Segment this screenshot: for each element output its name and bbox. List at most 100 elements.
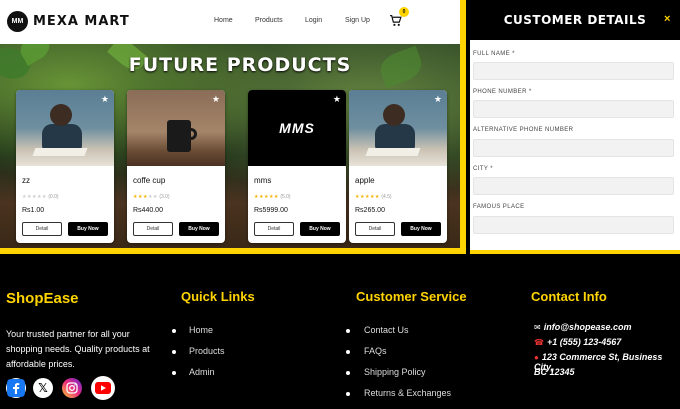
phone-number-input[interactable]: [473, 100, 674, 118]
product-price: Rs440.00: [133, 207, 163, 214]
footer: ShopEase Your trusted partner for all yo…: [0, 258, 680, 409]
rating-stars-icon: ★★★★★: [22, 194, 47, 200]
mug-illustration: [167, 120, 191, 152]
product-card[interactable]: MMS ★ mms ★★★★★ (5.0) Rs5999.00 Detail B…: [248, 90, 346, 243]
contact-address-line2: BC 12345: [534, 367, 575, 377]
product-price: Rs1.00: [22, 207, 45, 214]
buy-now-button[interactable]: Buy Now: [401, 222, 441, 236]
favorite-star-icon[interactable]: ★: [212, 94, 220, 105]
panel-title: CUSTOMER DETAILS: [503, 13, 647, 27]
city-label: CITY *: [473, 166, 493, 172]
nav-link-signup[interactable]: Sign Up: [345, 17, 370, 24]
product-price: Rs5999.00: [254, 207, 288, 214]
desk-paper: [32, 148, 88, 156]
location-pin-icon: ●: [534, 353, 539, 362]
logo-icon[interactable]: MM: [7, 11, 28, 32]
brand-name[interactable]: MEXA MART: [33, 14, 130, 29]
customer-service-heading: Customer Service: [356, 289, 467, 304]
product-name: apple: [355, 176, 375, 185]
footer-brand: ShopEase: [6, 290, 79, 307]
person-illustration: [375, 124, 415, 150]
product-image[interactable]: MMS: [248, 90, 346, 166]
product-name: mms: [254, 176, 272, 185]
main-frame: MM MEXA MART Home Products Login Sign Up…: [0, 0, 466, 254]
rating-stars-icon: ★★★★★: [254, 194, 279, 200]
product-card[interactable]: ★ apple ★★★★★ (4.5) Rs265.00 Detail Buy …: [349, 90, 447, 243]
detail-button[interactable]: Detail: [254, 222, 294, 236]
phone-number-label: PHONE NUMBER *: [473, 89, 532, 95]
bullet: [172, 350, 176, 354]
detail-button[interactable]: Detail: [355, 222, 395, 236]
bullet: [172, 329, 176, 333]
product-name: zz: [22, 176, 30, 185]
product-price: Rs265.00: [355, 207, 385, 214]
nav-link-products[interactable]: Products: [255, 17, 283, 24]
nav-link-login[interactable]: Login: [305, 17, 322, 24]
full-name-input[interactable]: [473, 62, 674, 80]
contact-phone[interactable]: ☎ +1 (555) 123-4567: [534, 337, 621, 347]
nav-link-home[interactable]: Home: [214, 17, 233, 24]
buy-now-button[interactable]: Buy Now: [300, 222, 340, 236]
buy-now-button[interactable]: Buy Now: [68, 222, 108, 236]
famous-place-input[interactable]: [473, 216, 674, 234]
city-input[interactable]: [473, 177, 674, 195]
page: MM MEXA MART Home Products Login Sign Up…: [0, 0, 680, 409]
product-rating: ★★★★★ (0.0): [22, 194, 59, 200]
bullet: [172, 371, 176, 375]
footer-link-faqs[interactable]: FAQs: [364, 346, 387, 356]
product-card[interactable]: ★ coffe cup ★★★★★ (3.0) Rs440.00 Detail …: [127, 90, 225, 243]
hero-title: FUTURE PRODUCTS: [128, 54, 352, 76]
detail-button[interactable]: Detail: [22, 222, 62, 236]
navbar: MM MEXA MART Home Products Login Sign Up…: [0, 0, 460, 44]
product-image[interactable]: [127, 90, 225, 166]
footer-link-home[interactable]: Home: [189, 325, 213, 335]
bullet: [346, 392, 350, 396]
favorite-star-icon[interactable]: ★: [434, 94, 442, 105]
product-card[interactable]: ★ zz ★★★★★ (0.0) Rs1.00 Detail Buy Now: [16, 90, 114, 243]
contact-info-heading: Contact Info: [531, 289, 607, 304]
email-icon: ✉: [534, 323, 541, 332]
bullet: [346, 329, 350, 333]
x-icon[interactable]: 𝕏: [33, 378, 53, 398]
footer-link-returns[interactable]: Returns & Exchanges: [364, 388, 451, 398]
phone-icon: ☎: [534, 338, 544, 347]
product-image[interactable]: [16, 90, 114, 166]
famous-place-label: FAMOUS PLACE: [473, 204, 525, 210]
product-name: coffe cup: [133, 176, 166, 185]
instagram-icon[interactable]: [62, 378, 82, 398]
product-rating: ★★★★★ (4.5): [355, 194, 392, 200]
close-icon[interactable]: ×: [664, 13, 670, 25]
facebook-icon[interactable]: [6, 378, 26, 398]
alt-phone-input[interactable]: [473, 139, 674, 157]
footer-link-contact-us[interactable]: Contact Us: [364, 325, 409, 335]
favorite-star-icon[interactable]: ★: [101, 94, 109, 105]
person-head: [50, 104, 72, 126]
mug-handle: [189, 128, 197, 140]
product-image[interactable]: [349, 90, 447, 166]
footer-link-products[interactable]: Products: [189, 346, 225, 356]
product-rating: ★★★★★ (3.0): [133, 194, 170, 200]
cart-count-badge: 0: [399, 7, 409, 17]
alt-phone-label: ALTERNATIVE PHONE NUMBER: [473, 127, 574, 133]
footer-link-admin[interactable]: Admin: [189, 367, 215, 377]
product-rating: ★★★★★ (5.0): [254, 194, 291, 200]
panel-header: CUSTOMER DETAILS ×: [470, 0, 680, 40]
desk-paper: [365, 148, 421, 156]
buy-now-button[interactable]: Buy Now: [179, 222, 219, 236]
favorite-star-icon[interactable]: ★: [333, 94, 341, 105]
rating-stars-icon: ★★★: [133, 194, 148, 200]
person-illustration: [42, 124, 82, 150]
bullet: [346, 371, 350, 375]
full-name-label: FULL NAME *: [473, 51, 515, 57]
footer-tagline: Your trusted partner for all your shoppi…: [6, 329, 150, 369]
main-content: MM MEXA MART Home Products Login Sign Up…: [0, 0, 460, 248]
person-head: [383, 104, 405, 126]
quick-links-heading: Quick Links: [181, 289, 255, 304]
hero-section: FUTURE PRODUCTS ★ zz ★★★★★ (0.0) Rs1.00 …: [0, 44, 460, 248]
contact-email[interactable]: ✉ info@shopease.com: [534, 322, 632, 332]
footer-link-shipping-policy[interactable]: Shipping Policy: [364, 367, 426, 377]
detail-button[interactable]: Detail: [133, 222, 173, 236]
customer-details-panel: CUSTOMER DETAILS × FULL NAME * PHONE NUM…: [470, 0, 680, 254]
youtube-icon[interactable]: [91, 376, 115, 400]
rating-stars-icon: ★★★★★: [355, 194, 380, 200]
